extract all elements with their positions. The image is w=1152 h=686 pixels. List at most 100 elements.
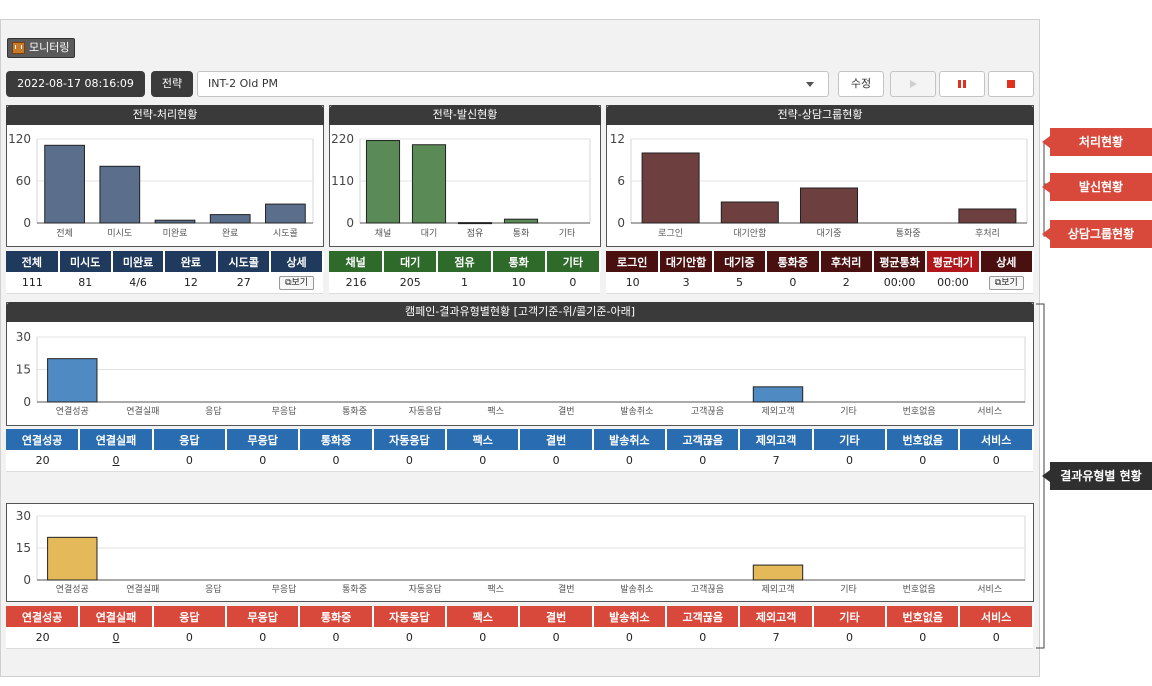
table-header: 응답 <box>152 606 228 627</box>
x-tick-label: 대기안함 <box>733 228 766 239</box>
callout-group: 상담그룹현황 <box>1042 220 1152 248</box>
table-header: 기타 <box>812 429 888 450</box>
bar <box>47 358 98 403</box>
x-tick-label: 제외고객 <box>761 405 794 417</box>
bar <box>799 187 859 224</box>
x-tick-label: 발송취소 <box>620 406 653 417</box>
table-cell: 0 <box>519 627 593 649</box>
table-header: 대기중 <box>712 251 768 272</box>
callout-process: 처리현황 <box>1042 128 1152 156</box>
table-header: 제외고객 <box>739 606 814 627</box>
x-tick-label: 자동응답 <box>409 583 442 595</box>
x-tick-label: 점유 <box>467 227 484 239</box>
table-header: 번호없음 <box>886 606 961 627</box>
x-tick-label: 연결실패 <box>126 406 159 417</box>
y-tick-label: 12 <box>610 132 625 146</box>
table-header: 통화 <box>491 251 547 272</box>
table-cell: 12 <box>164 272 218 294</box>
detail-cell: ⧉보기 <box>979 272 1033 294</box>
bar <box>641 152 700 224</box>
x-tick-label: 발송취소 <box>620 584 653 595</box>
bar <box>720 201 779 224</box>
x-tick-label: 고객끊음 <box>691 406 724 417</box>
table-cell: 111 <box>6 272 59 294</box>
x-tick-label: 미완료 <box>163 228 188 239</box>
table-cell: 0 <box>886 450 960 472</box>
x-tick-label: 통화중 <box>342 406 367 417</box>
pause-icon <box>958 80 966 88</box>
table-cell-link[interactable]: 0 <box>113 631 120 644</box>
callout-outbound: 발신현황 <box>1042 173 1152 201</box>
x-tick-label: 제외고객 <box>761 583 794 595</box>
y-tick-label: 6 <box>617 174 625 188</box>
table-cell: 7 <box>739 627 813 649</box>
datetime-display: 2022-08-17 08:16:09 <box>6 71 145 97</box>
monitor-icon <box>12 42 25 54</box>
outbound-table: 채널 대기 점유 통화 기타 216 205 1 10 0 <box>329 251 602 294</box>
table-header: 후처리 <box>819 251 874 272</box>
table-header: 결번 <box>519 606 594 627</box>
call-result-panel: 0 15 30 연결성공 연결실패 응답 무응답 통화중 자동응답 팩스 결번 발송취소 고객끊음 제외고… <box>6 503 1034 602</box>
table-header: 서비스 <box>959 606 1034 627</box>
x-tick-label: 팩스 <box>487 406 504 417</box>
page-title-label: 모니터링 <box>29 41 70 54</box>
bar <box>265 203 306 224</box>
stop-icon <box>1007 80 1015 88</box>
table-cell-link[interactable]: 0 <box>113 454 120 467</box>
call-result-table: 연결성공 연결실패 응답 무응답 통화중 자동응답 팩스 결번 발송취소 고객끊음 제외고객 기타 번호… <box>6 606 1034 649</box>
group-table: 로그인 대기안함 대기중 통화중 후처리 평균통화 평균대기 상세 10 3 5 0 2 00:00 00:… <box>606 251 1035 294</box>
process-panel: 전략-처리현황 0 60 120 전체 미시도 미완료 완료 시도콜 <box>6 105 324 247</box>
y-tick-label: 110 <box>331 174 354 188</box>
pause-button[interactable] <box>939 71 985 97</box>
campaign-panel-title: 캠페인-결과유형별현황 [고객기준-위/콜기준-아래] <box>6 302 1034 322</box>
bar <box>752 564 804 581</box>
stop-button[interactable] <box>988 71 1034 97</box>
table-cell: 0 <box>519 450 593 472</box>
x-tick-label: 기타 <box>840 406 857 417</box>
table-header: 전체 <box>6 251 60 272</box>
table-header: 미완료 <box>111 251 166 272</box>
strategy-select[interactable]: INT-2 Old PM <box>197 71 829 97</box>
table-cell: 0 <box>299 627 373 649</box>
table-header: 제외고객 <box>739 429 814 450</box>
table-header: 서비스 <box>959 429 1034 450</box>
group-panel-title: 전략-상담그룹현황 <box>606 105 1034 125</box>
customer-result-chart: 0 15 30 연결성공 연결실패 응답 무응답 통화중 자동응답 팩스 결번 발송취소 고객끊음 제외고… <box>16 330 1026 417</box>
table-header: 통화중 <box>299 429 374 450</box>
view-detail-button[interactable]: ⧉보기 <box>988 276 1024 290</box>
play-icon <box>910 80 917 88</box>
table-cell: 0 <box>959 450 1033 472</box>
table-header: 로그인 <box>606 251 661 272</box>
table-header: 상세 <box>270 251 324 272</box>
table-cell: 0 <box>592 450 667 472</box>
table-header: 채널 <box>329 251 385 272</box>
x-tick-label: 채널 <box>375 228 392 239</box>
x-tick-label: 고객끊음 <box>691 584 724 595</box>
y-tick-label: 30 <box>16 509 31 523</box>
x-tick-label: 전체 <box>56 228 73 239</box>
bar <box>44 144 85 224</box>
table-header: 상세 <box>979 251 1035 272</box>
table-header: 평균통화 <box>872 251 928 272</box>
table-header: 연결성공 <box>6 606 81 627</box>
table-cell: 0 <box>812 450 887 472</box>
x-tick-label: 후처리 <box>975 227 1000 239</box>
bar <box>209 214 251 224</box>
edit-button[interactable]: 수정 <box>838 71 884 97</box>
x-tick-label: 서비스 <box>977 584 1002 595</box>
table-cell: 00:00 <box>872 272 927 294</box>
group-chart: 0 6 12 로그인 대기안함 대기중 통화중 후처리 <box>610 132 1028 239</box>
table-header: 대기안함 <box>659 251 714 272</box>
table-cell: 0 <box>446 627 520 649</box>
customer-result-table: 연결성공 연결실패 응답 무응답 통화중 자동응답 팩스 결번 발송취소 고객끊음 제외고객 기타 번호… <box>6 429 1034 472</box>
x-tick-label: 결번 <box>558 406 575 417</box>
table-cell: 10 <box>491 272 546 294</box>
play-button[interactable] <box>890 71 936 97</box>
table-header: 응답 <box>152 429 228 450</box>
table-header: 대기 <box>383 251 439 272</box>
x-tick-label: 번호없음 <box>903 584 936 595</box>
view-detail-button[interactable]: ⧉보기 <box>279 276 315 290</box>
y-tick-label: 0 <box>23 216 31 230</box>
table-cell: 2 <box>819 272 873 294</box>
x-tick-label: 시도콜 <box>273 228 298 239</box>
